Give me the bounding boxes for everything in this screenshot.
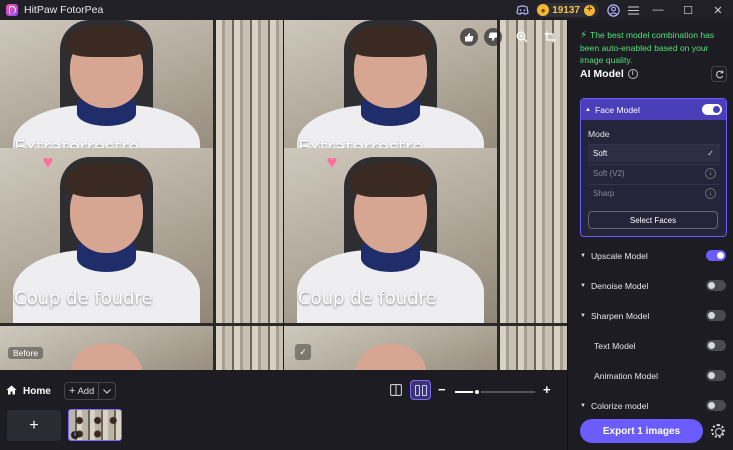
zoom-slider[interactable] — [455, 388, 535, 396]
photo-tile: ♥♥ Coup de foudre — [284, 148, 497, 323]
image-thumbnail[interactable]: i — [68, 409, 122, 441]
auto-enabled-notice: ⚡ The best model combination has been aut… — [580, 30, 715, 65]
sharpen-model-toggle[interactable] — [706, 310, 726, 321]
before-label: Before — [8, 347, 44, 359]
photo-tile — [284, 326, 497, 370]
home-label: Home — [23, 385, 51, 397]
crop-icon[interactable] — [541, 28, 559, 46]
coin-count: 19137 — [552, 4, 580, 16]
add-image-tile[interactable]: + — [7, 410, 61, 441]
denoise-model-toggle[interactable] — [706, 280, 726, 291]
add-button[interactable]: + Add — [64, 382, 116, 400]
upscale-model-row[interactable]: ▼ Upscale Model — [580, 248, 726, 264]
gear-icon[interactable] — [711, 424, 725, 438]
thumbs-down-icon[interactable] — [484, 28, 502, 46]
compare-divider[interactable] — [283, 20, 284, 370]
minimize-button[interactable]: — — [643, 0, 673, 20]
info-icon[interactable]: i — [71, 431, 79, 439]
user-icon[interactable] — [603, 0, 623, 20]
chevron-down-icon[interactable] — [98, 383, 114, 399]
zoom-slider-handle[interactable] — [473, 388, 481, 396]
select-faces-button[interactable]: Select Faces — [588, 211, 718, 229]
zoom-in-button[interactable]: + — [543, 382, 551, 397]
title-bar: HitPaw FotorPea ● 19137 + — ☐ ✕ — [0, 0, 733, 20]
coin-icon: ● — [537, 4, 550, 16]
expand-icon[interactable]: ▼ — [580, 253, 586, 259]
photo-tile — [500, 148, 567, 323]
expand-icon[interactable]: ▼ — [580, 403, 586, 409]
face-model-label: Face Model — [594, 104, 640, 115]
export-button[interactable]: Export 1 images — [580, 419, 703, 443]
bolt-icon: ⚡ — [580, 30, 588, 41]
after-image: Extraterrestre ♥♥ Coup de foudre — [284, 20, 567, 370]
check-icon: ✓ — [295, 344, 311, 360]
reset-icon[interactable] — [711, 66, 727, 82]
mode-option-sharp[interactable]: Sharp ↓ — [588, 184, 720, 202]
download-icon[interactable]: ↓ — [705, 168, 716, 179]
expand-icon[interactable]: ▼ — [580, 283, 586, 289]
mode-option-soft[interactable]: Soft ✓ — [588, 144, 720, 162]
photo-tile: ♥♥ Coup de foudre — [0, 148, 213, 323]
check-icon: ✓ — [707, 149, 714, 158]
home-button[interactable]: Home — [6, 382, 51, 400]
image-preview[interactable]: Extraterrestre ♥♥ Coup de foudre Extrate… — [0, 20, 567, 370]
photo-tile — [216, 148, 283, 323]
bottom-toolbar: Home + Add − + + i — [0, 370, 567, 450]
sharpen-model-row[interactable]: ▼ Sharpen Model — [580, 308, 726, 324]
photo-tile — [216, 326, 283, 370]
single-view-icon[interactable] — [388, 382, 404, 398]
colorize-model-toggle[interactable] — [706, 400, 726, 411]
text-model-row[interactable]: Text Model — [580, 338, 726, 354]
plus-icon: + — [69, 385, 76, 397]
split-view-button[interactable] — [410, 380, 431, 400]
app-logo — [6, 4, 18, 16]
mode-option-soft-v2[interactable]: Soft (V2) ↓ — [588, 164, 720, 182]
before-image: Extraterrestre ♥♥ Coup de foudre — [0, 20, 283, 370]
info-icon[interactable]: i — [627, 69, 638, 79]
face-model-header[interactable]: ▲ Face Model — [581, 99, 726, 120]
upscale-model-toggle[interactable] — [706, 250, 726, 261]
zoom-out-button[interactable]: − — [438, 382, 446, 397]
settings-panel: ⚡ The best model combination has been aut… — [567, 20, 733, 450]
download-icon[interactable]: ↓ — [705, 188, 716, 199]
animation-model-toggle[interactable] — [706, 370, 726, 381]
face-model-card: ▲ Face Model Mode Soft ✓ Soft (V2) ↓ Sha… — [580, 98, 727, 237]
mode-label: Mode — [588, 129, 610, 139]
ai-model-heading: AI Model i — [580, 68, 638, 80]
home-icon — [6, 385, 17, 398]
animation-model-row[interactable]: Animation Model — [580, 368, 726, 384]
photo-tile — [500, 326, 567, 370]
photo-caption: Coup de foudre — [14, 288, 153, 309]
face-model-toggle[interactable] — [702, 104, 722, 115]
text-model-toggle[interactable] — [706, 340, 726, 351]
app-title: HitPaw FotorPea — [24, 4, 104, 16]
thumbs-up-icon[interactable] — [460, 28, 478, 46]
menu-icon[interactable] — [623, 0, 643, 20]
add-label: Add — [77, 385, 95, 397]
coin-balance[interactable]: ● 19137 + — [536, 3, 599, 17]
maximize-button[interactable]: ☐ — [673, 0, 703, 20]
discord-icon[interactable] — [512, 0, 532, 20]
photo-caption: Coup de foudre — [298, 288, 437, 309]
close-button[interactable]: ✕ — [703, 0, 733, 20]
expand-icon[interactable]: ▼ — [580, 313, 586, 319]
collapse-icon[interactable]: ▲ — [585, 107, 591, 113]
denoise-model-row[interactable]: ▼ Denoise Model — [580, 278, 726, 294]
zoom-in-icon[interactable] — [513, 28, 531, 46]
add-coins-button[interactable]: + — [584, 4, 595, 16]
colorize-model-row[interactable]: ▼ Colorize model — [580, 398, 726, 414]
